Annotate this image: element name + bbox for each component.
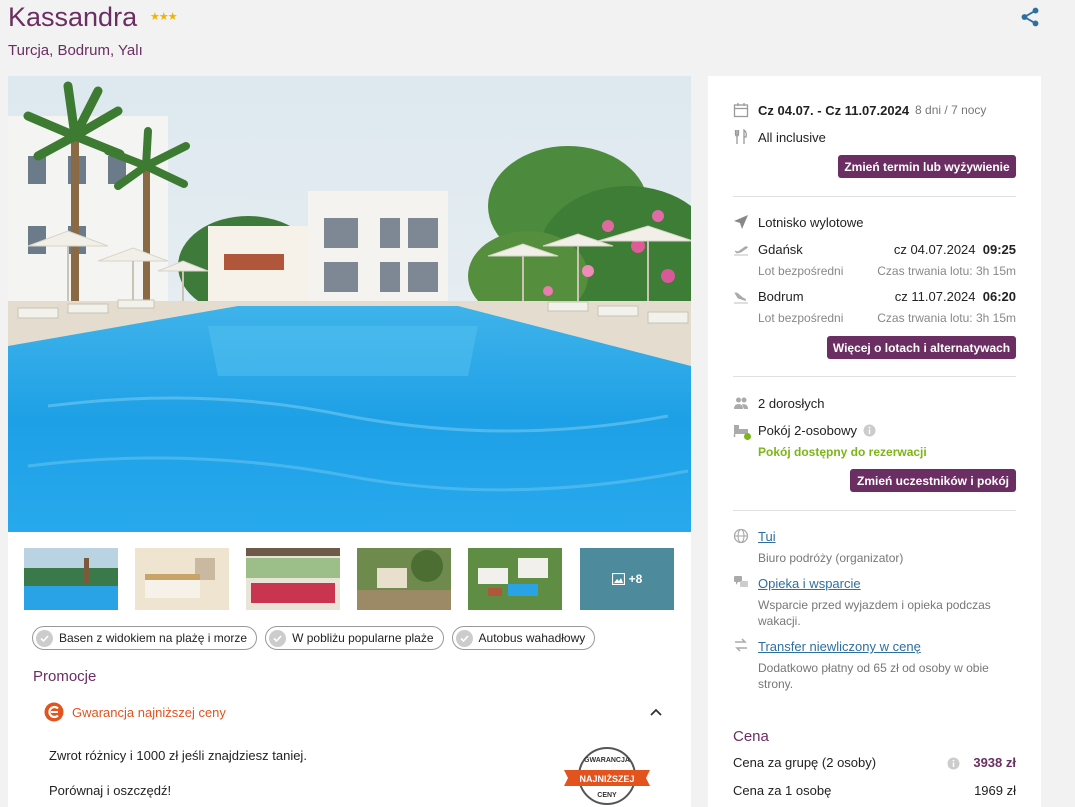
feature-tag-label: W pobliżu popularne plaże xyxy=(292,631,434,645)
departure-airport-heading: Lotnisko wylotowe xyxy=(758,214,864,230)
location-arrow-icon xyxy=(734,215,748,229)
support-link[interactable]: Opieka i wsparcie xyxy=(758,576,861,591)
price-heading: Cena xyxy=(733,728,769,745)
board-row: All inclusive xyxy=(733,129,826,145)
inbound-flight-duration: Czas trwania lotu: 3h 15m xyxy=(877,311,1016,325)
badge-mid-text: NAJNIŻSZEJ xyxy=(579,774,634,784)
badge-bottom-text: CENY xyxy=(597,792,617,799)
hotel-stars: ★★★ xyxy=(150,11,178,23)
badge-top-text: GWARANCJA xyxy=(584,757,630,764)
feature-tag-label: Basen z widokiem na plażę i morze xyxy=(59,631,248,645)
info-icon[interactable] xyxy=(947,757,960,770)
promotions-heading: Promocje xyxy=(33,668,97,685)
feature-tag: Autobus wahadłowy xyxy=(451,626,596,650)
calendar-icon xyxy=(733,103,749,118)
person-price-row: Cena za 1 osobę 1969 zł xyxy=(733,783,1016,798)
inbound-city: Bodrum xyxy=(758,289,804,304)
support-description: Wsparcie przed wyjazdem i opieka podczas… xyxy=(758,598,991,628)
adults-count: 2 dorosłych xyxy=(758,395,825,411)
check-icon xyxy=(269,629,287,647)
hotel-name: Kassandra xyxy=(8,2,138,32)
thumbnail-photo[interactable] xyxy=(135,548,229,610)
inbound-time: 06:20 xyxy=(982,289,1016,304)
divider xyxy=(733,196,1016,197)
plane-landing-icon xyxy=(734,292,748,304)
trip-dates-row: Cz 04.07. - Cz 11.07.2024 8 dni / 7 nocy xyxy=(733,102,986,118)
inbound-flight-type: Lot bezpośredni xyxy=(758,311,844,325)
trip-duration: 8 dni / 7 nocy xyxy=(915,103,987,117)
lowest-price-badge: GWARANCJA NAJNIŻSZEJ CENY xyxy=(564,747,650,805)
group-price-row: Cena za grupę (2 osoby) 3938 zł xyxy=(733,755,1016,770)
hotel-location: Turcja, Bodrum, Yalı xyxy=(8,42,143,59)
feature-tags: Basen z widokiem na plażę i morze W pobl… xyxy=(32,626,596,650)
trip-dates: Cz 04.07. - Cz 11.07.2024 xyxy=(758,102,910,118)
adults-row: 2 dorosłych xyxy=(733,395,824,411)
promo-accordion-toggle[interactable]: Gwarancja najniższej ceny xyxy=(44,700,664,724)
inbound-datetime: cz 11.07.2024 06:20 xyxy=(895,289,1016,304)
thumbnail-photo[interactable] xyxy=(24,548,118,610)
plane-takeoff-icon xyxy=(734,246,748,256)
board-type: All inclusive xyxy=(758,129,826,145)
booking-summary-card: Cz 04.07. - Cz 11.07.2024 8 dni / 7 nocy… xyxy=(708,76,1041,807)
departure-airport-row: Lotnisko wylotowe xyxy=(733,214,864,230)
transfer-icon xyxy=(735,638,747,652)
check-icon xyxy=(455,629,473,647)
cutlery-icon xyxy=(734,129,747,144)
change-dates-button[interactable]: Zmień termin lub wyżywienie xyxy=(838,155,1016,178)
promo-tagline: Porównaj i oszczędź! xyxy=(49,783,172,798)
more-flights-button[interactable]: Więcej o lotach i alternatywach xyxy=(827,336,1016,359)
feature-tag: W pobliżu popularne plaże xyxy=(265,626,444,650)
divider xyxy=(733,510,1016,511)
share-icon[interactable] xyxy=(1019,6,1041,28)
check-icon xyxy=(36,629,53,647)
feature-tag: Basen z widokiem na plażę i morze xyxy=(32,626,258,650)
outbound-flight-type: Lot bezpośredni xyxy=(758,264,844,278)
promo-item-label: Gwarancja najniższej ceny xyxy=(72,704,226,720)
hotel-gallery-card: +8 Basen z widokiem na plażę i morze W p… xyxy=(8,76,691,807)
availability-dot xyxy=(744,433,751,440)
more-photos-button[interactable]: +8 xyxy=(580,548,674,610)
gallery-icon xyxy=(611,573,625,585)
divider xyxy=(733,376,1016,377)
organizer-link[interactable]: Tui xyxy=(758,529,776,544)
room-availability: Pokój dostępny do rezerwacji xyxy=(758,445,927,459)
thumbnail-photo[interactable] xyxy=(246,548,340,610)
outbound-city: Gdańsk xyxy=(758,242,803,257)
hotel-main-photo[interactable] xyxy=(8,76,691,532)
outbound-flight-duration: Czas trwania lotu: 3h 15m xyxy=(877,264,1016,278)
thumbnail-photo[interactable] xyxy=(468,548,562,610)
transfer-link[interactable]: Transfer niewliczony w cenę xyxy=(758,639,921,654)
person-price-value: 1969 zł xyxy=(974,783,1016,798)
outbound-date: cz 04.07.2024 xyxy=(893,242,976,257)
info-icon[interactable] xyxy=(863,424,876,437)
people-icon xyxy=(734,397,748,409)
price-guarantee-icon xyxy=(44,702,64,722)
person-price-label: Cena za 1 osobę xyxy=(733,783,832,798)
inbound-date: cz 11.07.2024 xyxy=(894,289,976,304)
change-participants-button[interactable]: Zmień uczestników i pokój xyxy=(850,469,1016,492)
group-price-value: 3938 zł xyxy=(973,755,1016,770)
outbound-time: 09:25 xyxy=(982,242,1016,257)
chevron-up-icon[interactable] xyxy=(648,704,664,720)
more-photos-count: +8 xyxy=(628,572,643,586)
bed-icon xyxy=(733,422,751,440)
promo-description: Zwrot różnicy i 1000 zł jeśli znajdziesz… xyxy=(49,748,307,763)
room-type: Pokój 2-osobowy xyxy=(758,422,857,438)
thumbnail-photo[interactable] xyxy=(357,548,451,610)
transfer-description: Dodatkowo płatny od 65 zł od osoby w obi… xyxy=(758,661,989,691)
globe-icon xyxy=(733,528,749,544)
outbound-datetime: cz 04.07.2024 09:25 xyxy=(894,242,1016,257)
room-row: Pokój 2-osobowy xyxy=(733,422,876,440)
group-price-label: Cena za grupę (2 osoby) xyxy=(733,755,877,770)
support-chat-icon xyxy=(734,576,748,587)
organizer-description: Biuro podróży (organizator) xyxy=(758,551,904,565)
feature-tag-label: Autobus wahadłowy xyxy=(478,631,586,645)
